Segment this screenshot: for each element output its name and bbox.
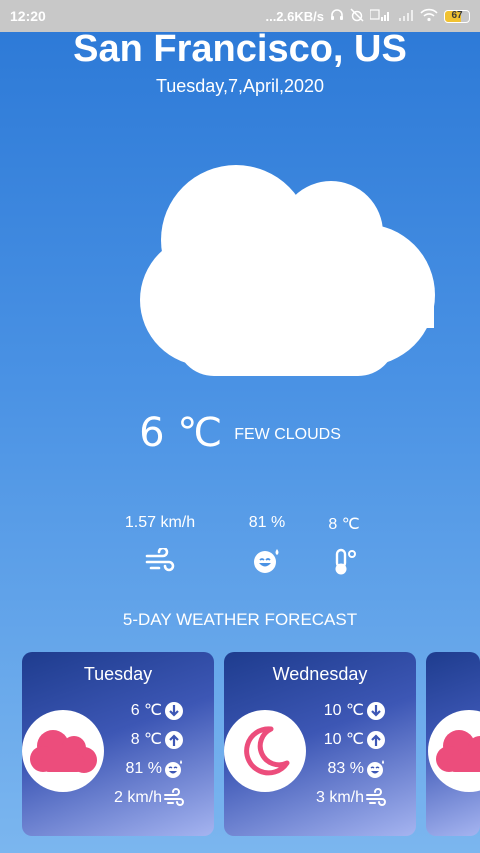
status-icons: ...2.6KB/s 67	[265, 7, 470, 25]
cloud-icon	[428, 710, 480, 792]
min-temp: 10 ℃	[323, 702, 364, 719]
current-temperature: 6 ℃	[139, 410, 223, 456]
thermometer-icon	[312, 548, 376, 576]
network-speed: ...2.6KB/s	[265, 8, 324, 24]
arrow-up-icon	[165, 730, 183, 749]
forecast-day: Tuesday	[83, 664, 153, 684]
forecast-day: Wednesday	[272, 664, 368, 684]
feels-like-value: 8 ℃	[328, 516, 360, 533]
moon-icon	[224, 710, 306, 792]
signal-hd-icon	[369, 8, 392, 25]
humidity-stat: 81 %	[232, 514, 302, 574]
arrow-down-icon	[367, 701, 385, 720]
humidity-face-icon	[232, 548, 302, 574]
battery-icon: 67	[444, 9, 470, 23]
wind-stat: 1.57 km/h	[110, 514, 210, 574]
wifi-icon	[420, 8, 438, 25]
forecast-card-partial[interactable]	[426, 652, 480, 836]
city-title: San Francisco, US	[73, 28, 407, 70]
humidity: 81 %	[125, 760, 162, 777]
humidity: 83 %	[327, 760, 364, 777]
cloud-icon	[108, 148, 436, 378]
current-weather: 6 ℃ FEW CLOUDS	[0, 410, 480, 456]
wind-icon	[164, 787, 184, 806]
headset-icon	[330, 8, 344, 25]
arrow-down-icon	[165, 701, 183, 720]
signal-icon	[398, 8, 414, 25]
humidity-face-icon	[165, 759, 182, 778]
status-time: 12:20	[10, 8, 46, 24]
arrow-up-icon	[367, 730, 385, 749]
cloud-icon	[22, 710, 104, 792]
wind-speed: 1.57 km/h	[124, 514, 196, 531]
weather-condition: FEW CLOUDS	[234, 426, 341, 443]
feels-like-stat: 8 ℃	[312, 514, 376, 576]
humidity-value: 81 %	[248, 514, 286, 531]
alarm-off-icon	[350, 7, 364, 25]
humidity-face-icon	[367, 759, 384, 778]
max-temp: 10 ℃	[323, 731, 364, 748]
wind-icon	[110, 548, 210, 574]
forecast-details: 10 ℃ 10 ℃ 83 % 3 km/h	[316, 696, 386, 812]
min-temp: 6 ℃	[130, 702, 162, 719]
forecast-title: 5-DAY WEATHER FORECAST	[122, 610, 358, 629]
forecast-details: 6 ℃ 8 ℃ 81 % 2 km/h	[114, 696, 184, 812]
wind: 2 km/h	[113, 789, 162, 806]
current-date: Tuesday,7,April,2020	[155, 76, 325, 96]
forecast-card-wednesday[interactable]: Wednesday 10 ℃ 10 ℃ 83 % 3 km/h	[224, 652, 416, 836]
max-temp: 8 ℃	[130, 731, 162, 748]
wind: 3 km/h	[315, 789, 364, 806]
wind-icon	[366, 787, 386, 806]
forecast-card-tuesday[interactable]: Tuesday 6 ℃ 8 ℃ 81 % 2 km/h	[22, 652, 214, 836]
